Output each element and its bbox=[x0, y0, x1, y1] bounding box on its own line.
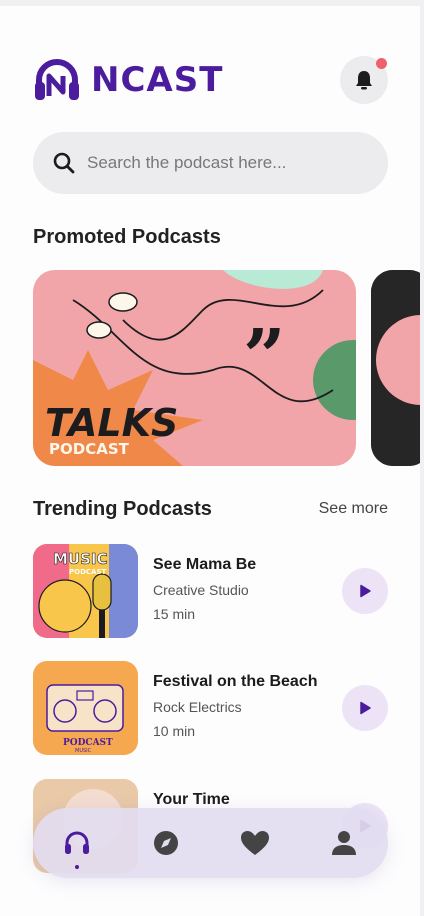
svg-text:”: ” bbox=[243, 314, 286, 400]
podcast-thumbnail: PODCAST MUSIC bbox=[33, 661, 138, 755]
play-button[interactable] bbox=[342, 568, 388, 614]
promoted-card-next[interactable] bbox=[371, 270, 420, 466]
play-button[interactable] bbox=[342, 685, 388, 731]
podcast-author: Creative Studio bbox=[153, 582, 249, 598]
play-icon bbox=[360, 584, 371, 598]
promoted-title: Promoted Podcasts bbox=[33, 226, 221, 248]
thumb-subtext: MUSIC bbox=[75, 748, 92, 754]
heart-icon bbox=[240, 831, 269, 855]
thumb-text: PODCAST bbox=[63, 738, 113, 748]
podcast-duration: 15 min bbox=[153, 606, 196, 622]
nav-explore[interactable] bbox=[146, 823, 186, 863]
bottom-navigation bbox=[33, 808, 388, 878]
podcast-thumbnail: MUSIC PODCAST bbox=[33, 544, 138, 638]
search-bar[interactable] bbox=[33, 132, 388, 194]
podcast-title: Your Time bbox=[153, 791, 230, 808]
profile-icon bbox=[331, 831, 356, 855]
trending-item[interactable]: MUSIC PODCAST See Mama Be Creative Studi… bbox=[33, 544, 388, 638]
talks-title: TALKS bbox=[45, 401, 178, 445]
active-indicator bbox=[75, 865, 80, 869]
header: NCAST bbox=[33, 52, 388, 112]
thumb-subtext: PODCAST bbox=[69, 568, 106, 576]
thumb-text: MUSIC bbox=[53, 550, 108, 568]
next-card-artwork bbox=[371, 270, 420, 466]
nav-home[interactable] bbox=[57, 823, 97, 869]
logo-text: NCAST bbox=[91, 60, 224, 100]
notification-badge bbox=[376, 58, 387, 69]
headphones-icon bbox=[65, 831, 90, 854]
promoted-card-talks[interactable]: ” TALKS PODCAST bbox=[33, 270, 356, 466]
headphones-logo-icon bbox=[35, 59, 79, 100]
podcast-info: Festival on the Beach Rock Electrics 10 … bbox=[153, 673, 318, 739]
play-icon bbox=[360, 701, 371, 715]
podcast-title: Festival on the Beach bbox=[153, 673, 318, 690]
nav-favorites[interactable] bbox=[235, 823, 275, 863]
talks-subtitle: PODCAST bbox=[49, 440, 130, 458]
podcast-duration: 10 min bbox=[153, 723, 196, 739]
trending-item[interactable]: PODCAST MUSIC Festival on the Beach Rock… bbox=[33, 661, 388, 755]
logo: NCAST bbox=[33, 56, 223, 104]
nav-profile[interactable] bbox=[324, 823, 364, 863]
podcast-author: Rock Electrics bbox=[153, 699, 242, 715]
podcast-info: Your Time bbox=[153, 791, 230, 809]
podcast-info: See Mama Be Creative Studio 15 min bbox=[153, 556, 256, 622]
notification-button[interactable] bbox=[340, 56, 388, 104]
podcast-title: See Mama Be bbox=[153, 556, 257, 573]
search-icon bbox=[53, 152, 75, 174]
talks-artwork: ” TALKS PODCAST bbox=[33, 270, 356, 466]
trending-title: Trending Podcasts bbox=[33, 498, 212, 520]
search-input[interactable] bbox=[85, 152, 349, 174]
see-more-link[interactable]: See more bbox=[319, 500, 388, 518]
bell-icon bbox=[356, 71, 372, 90]
app-screen: NCAST Promoted Podcasts ” T bbox=[0, 6, 420, 916]
compass-icon bbox=[154, 831, 179, 855]
